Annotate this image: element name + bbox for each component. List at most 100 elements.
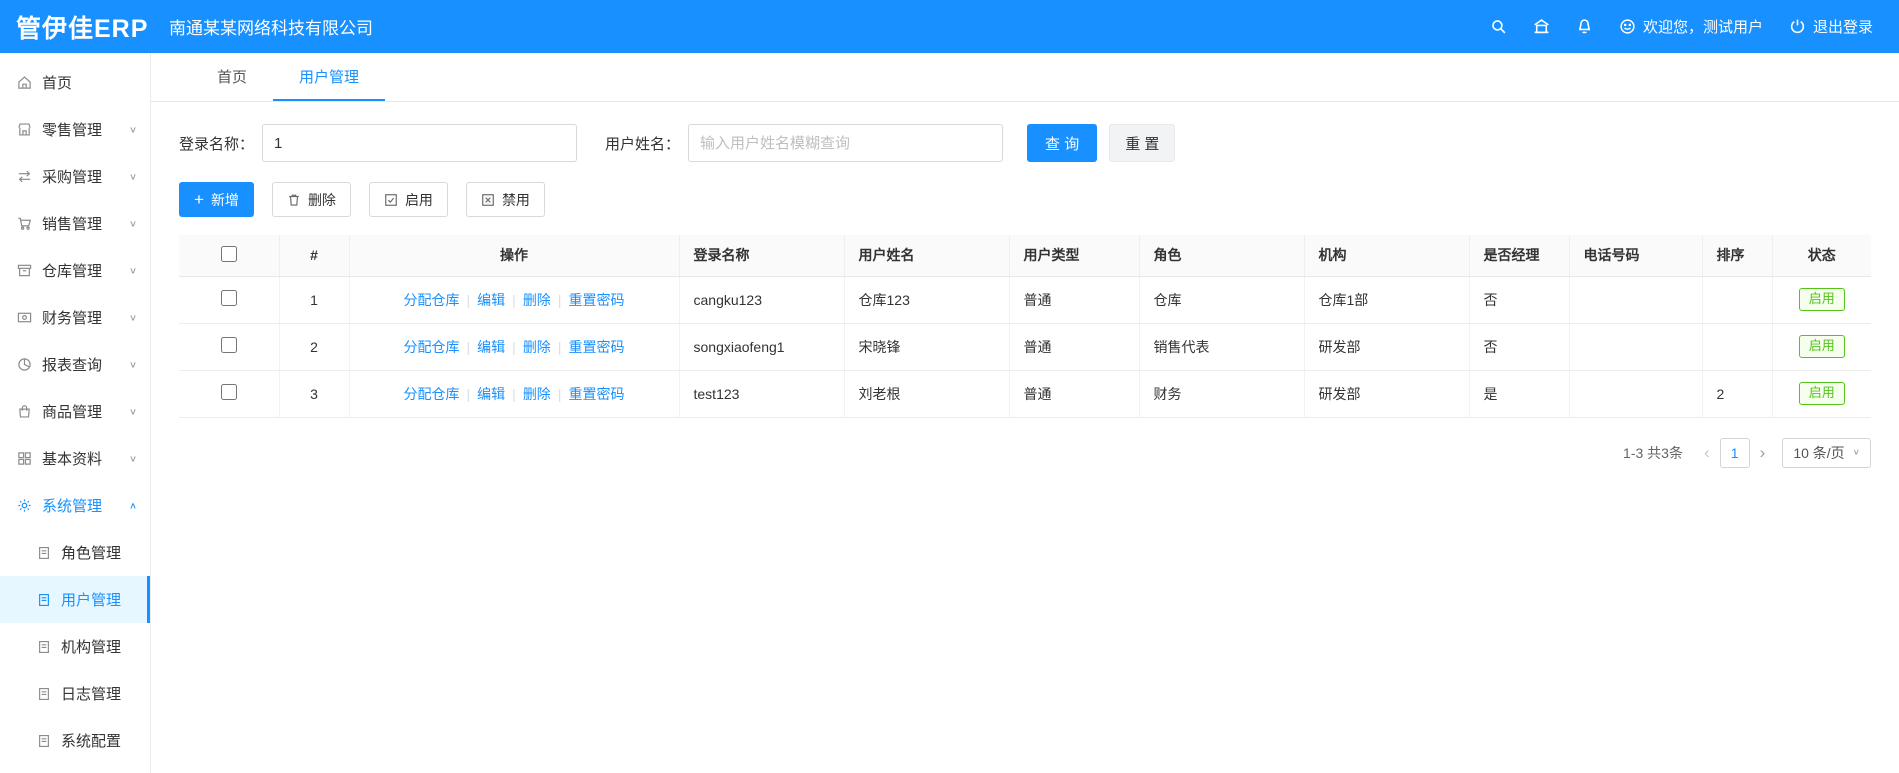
org-cell: 研发部: [1304, 323, 1470, 371]
row-checkbox[interactable]: [220, 384, 237, 400]
page-number-button[interactable]: 1: [1719, 437, 1750, 468]
row-index: 1: [279, 276, 350, 324]
user-name-input[interactable]: [688, 124, 1004, 162]
sidebar-item-label: 财务管理: [42, 310, 103, 327]
sidebar-item-role-management[interactable]: 角色管理: [0, 529, 150, 576]
document-icon: [39, 546, 49, 559]
reset-password-link[interactable]: 重置密码: [568, 386, 624, 402]
prev-page-button[interactable]: ‹: [1697, 443, 1717, 463]
name-cell: 宋晓锋: [844, 323, 1010, 371]
logout-button[interactable]: 退出登录: [1789, 16, 1873, 37]
power-icon: [1790, 19, 1805, 34]
disable-button[interactable]: 禁用: [465, 182, 545, 217]
sidebar-item-reports[interactable]: 报表查询 ∨: [0, 341, 150, 388]
sidebar-item-sales[interactable]: 销售管理 ∨: [0, 200, 150, 247]
edit-link[interactable]: 编辑: [477, 339, 505, 355]
document-icon: [39, 687, 49, 700]
org-cell: 仓库1部: [1304, 276, 1470, 324]
app-logo: 管伊佳ERP: [16, 14, 149, 43]
sidebar-item-label: 商品管理: [42, 404, 103, 421]
tab-bar: 首页 用户管理: [151, 53, 1899, 102]
row-checkbox[interactable]: [220, 290, 237, 306]
sidebar-item-warehouse[interactable]: 仓库管理 ∨: [0, 247, 150, 294]
exchange-icon: [18, 170, 31, 183]
search-button[interactable]: [1490, 18, 1507, 35]
tab-user-management[interactable]: 用户管理: [273, 53, 386, 101]
col-name: 用户姓名: [844, 235, 1010, 277]
sidebar-item-retail[interactable]: 零售管理 ∨: [0, 106, 150, 153]
chevron-down-icon: ∨: [128, 219, 137, 229]
type-cell: 普通: [1009, 323, 1140, 371]
assign-warehouse-link[interactable]: 分配仓库: [404, 386, 460, 402]
chevron-down-icon: ∨: [1852, 448, 1860, 457]
actions-cell: 分配仓库 | 编辑 | 删除 | 重置密码: [349, 276, 680, 324]
table-row: 2 分配仓库 | 编辑 | 删除 | 重置密码 songxiaofeng1 宋晓锋 普通 销…: [179, 323, 1871, 371]
assign-warehouse-link[interactable]: 分配仓库: [404, 339, 460, 355]
user-name-label: 用户姓名：: [605, 135, 681, 153]
sidebar-item-system-config[interactable]: 系统配置: [0, 717, 150, 764]
delete-button[interactable]: 删除: [271, 182, 351, 217]
enable-label: 启用: [404, 191, 433, 208]
link-separator: |: [512, 291, 516, 308]
home-shortcut-button[interactable]: [1533, 18, 1550, 35]
delete-link[interactable]: 删除: [523, 386, 551, 402]
page-size-select[interactable]: 10 条/页 ∨: [1782, 437, 1871, 468]
reset-button[interactable]: 重 置: [1109, 124, 1176, 162]
sidebar-item-basic-data[interactable]: 基本资料 ∨: [0, 435, 150, 482]
document-icon: [39, 593, 49, 606]
col-sort: 排序: [1702, 235, 1773, 277]
sidebar-item-log-management[interactable]: 日志管理: [0, 670, 150, 717]
filter-bar: 登录名称： 用户姓名： 查 询 重 置: [179, 124, 1871, 162]
user-welcome[interactable]: 欢迎您，测试用户: [1619, 16, 1763, 37]
phone-cell: [1569, 370, 1703, 418]
sidebar: 首页 零售管理 ∨ 采购管理 ∨ 销售管理 ∨ 仓库管理 ∨ 财务管理 ∨ 报表…: [0, 53, 151, 773]
sidebar-item-finance[interactable]: 财务管理 ∨: [0, 294, 150, 341]
assign-warehouse-link[interactable]: 分配仓库: [404, 292, 460, 308]
welcome-text: 欢迎您，测试用户: [1642, 19, 1763, 36]
sidebar-item-label: 机构管理: [61, 639, 122, 656]
action-toolbar: + 新增 删除 启用 禁用: [179, 182, 1871, 217]
table-row: 1 分配仓库 | 编辑 | 删除 | 重置密码 cangku123 仓库123 普通 仓库 …: [179, 276, 1871, 324]
login-cell: cangku123: [679, 276, 845, 324]
sidebar-item-user-management[interactable]: 用户管理: [0, 576, 150, 623]
pagination-total: 1-3 共3条: [1623, 444, 1683, 461]
next-page-button[interactable]: ›: [1753, 443, 1773, 463]
reset-password-link[interactable]: 重置密码: [568, 292, 624, 308]
pagination: 1-3 共3条 ‹ 1 › 10 条/页 ∨: [179, 437, 1871, 468]
tab-home[interactable]: 首页: [191, 53, 273, 101]
notifications-button[interactable]: [1576, 18, 1593, 35]
query-button[interactable]: 查 询: [1027, 124, 1098, 162]
sidebar-item-purchase[interactable]: 采购管理 ∨: [0, 153, 150, 200]
delete-link[interactable]: 删除: [523, 292, 551, 308]
add-label: 新增: [210, 191, 239, 208]
smiley-icon: [1620, 19, 1635, 34]
chevron-down-icon: ∨: [128, 360, 137, 370]
add-button[interactable]: + 新增: [179, 182, 254, 217]
login-name-input[interactable]: [262, 124, 578, 162]
sidebar-item-label: 角色管理: [61, 545, 122, 562]
delete-link[interactable]: 删除: [523, 339, 551, 355]
sort-cell: [1702, 276, 1773, 324]
enable-button[interactable]: 启用: [368, 182, 448, 217]
role-cell: 销售代表: [1139, 323, 1305, 371]
system-submenu: 角色管理 用户管理 机构管理 日志管理 系统配置: [0, 529, 150, 764]
edit-link[interactable]: 编辑: [477, 386, 505, 402]
sidebar-item-goods[interactable]: 商品管理 ∨: [0, 388, 150, 435]
actions-cell: 分配仓库 | 编辑 | 删除 | 重置密码: [349, 370, 680, 418]
row-checkbox[interactable]: [220, 337, 237, 353]
status-badge[interactable]: 启用: [1798, 382, 1845, 405]
status-badge[interactable]: 启用: [1798, 288, 1845, 311]
sidebar-item-org-management[interactable]: 机构管理: [0, 623, 150, 670]
cart-icon: [18, 217, 32, 230]
sidebar-item-system[interactable]: 系统管理 ∧: [0, 482, 150, 529]
link-separator: |: [557, 291, 562, 308]
manager-cell: 否: [1469, 323, 1570, 371]
table-header-row: # 操作 登录名称 用户姓名 用户类型 角色 机构 是否经理 电话号码 排序 状…: [179, 235, 1871, 277]
status-badge[interactable]: 启用: [1798, 335, 1845, 358]
select-all-checkbox[interactable]: [220, 245, 237, 262]
disable-label: 禁用: [501, 191, 530, 208]
sidebar-item-home[interactable]: 首页: [0, 59, 150, 106]
reset-password-link[interactable]: 重置密码: [568, 339, 624, 355]
edit-link[interactable]: 编辑: [477, 292, 505, 308]
home-icon: [18, 76, 31, 89]
